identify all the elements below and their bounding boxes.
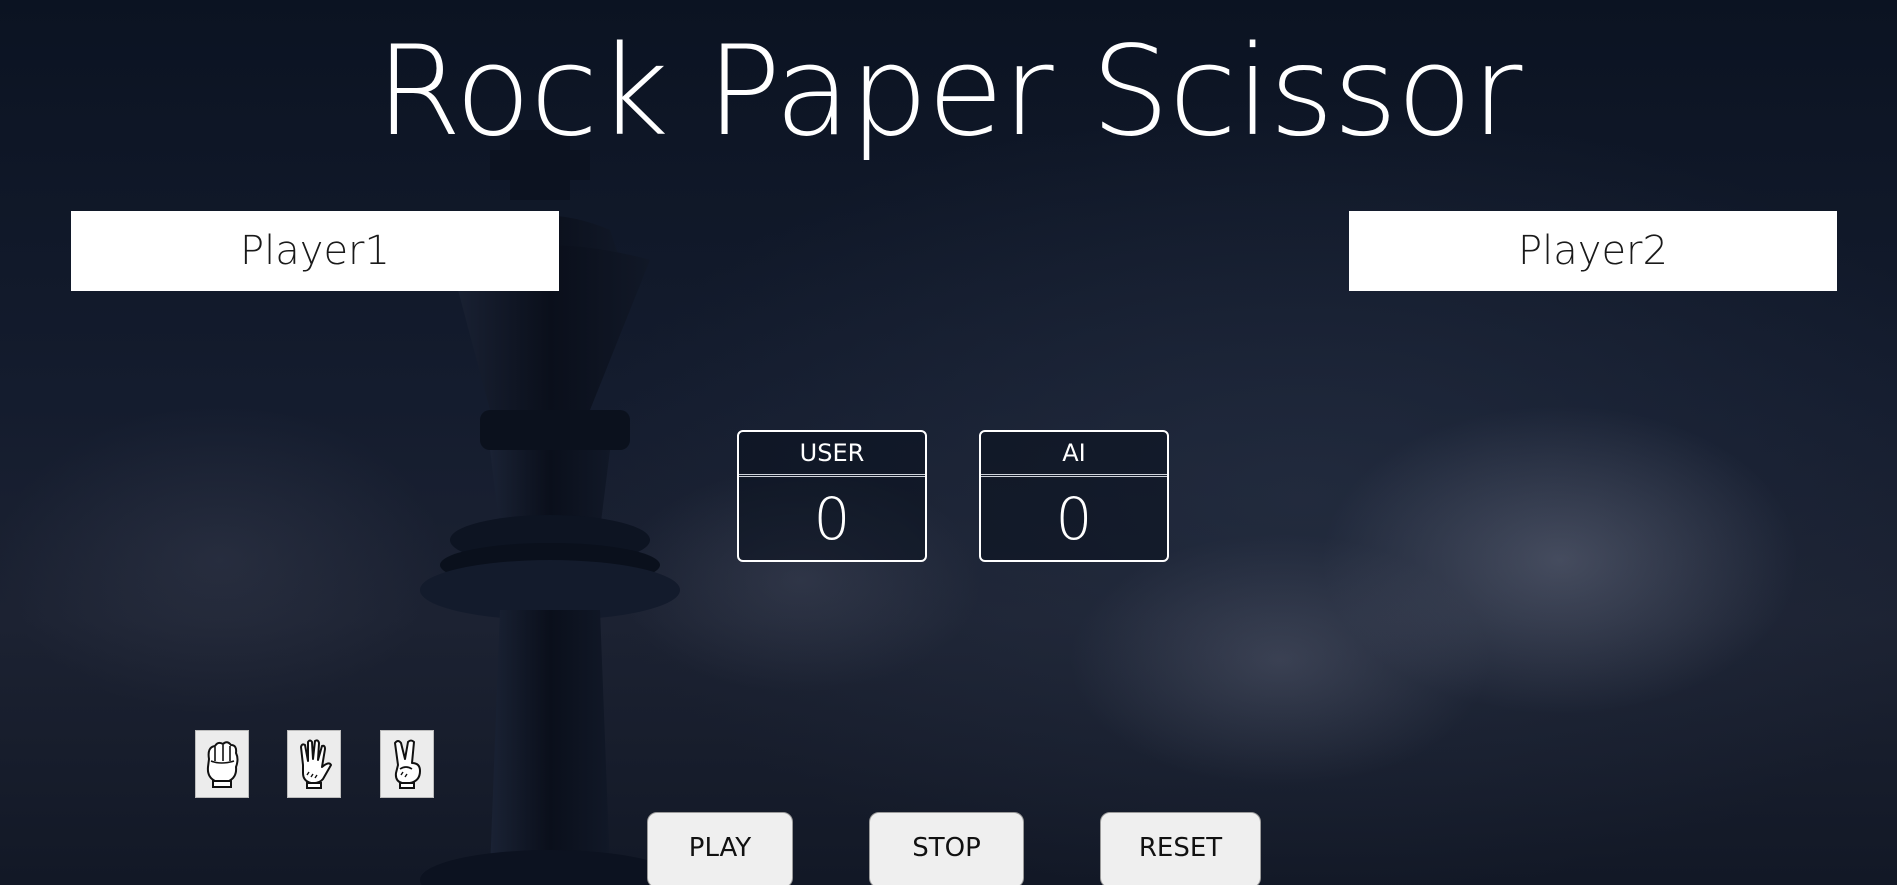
- player2-name-box: Player2: [1349, 211, 1837, 291]
- scissor-choice-button[interactable]: [380, 730, 434, 798]
- page-title: Rock Paper Scissor: [375, 20, 1523, 164]
- user-score-label: USER: [739, 432, 925, 477]
- ai-score-label: AI: [981, 432, 1167, 477]
- player1-label: Player1: [240, 228, 390, 274]
- play-button[interactable]: PLAY: [647, 812, 793, 885]
- stop-button[interactable]: STOP: [869, 812, 1024, 885]
- paper-hand-icon: [300, 739, 332, 789]
- user-score-card: USER 0: [737, 430, 927, 562]
- rock-hand-icon: [206, 741, 239, 788]
- ai-score-card: AI 0: [979, 430, 1169, 562]
- user-score-value: 0: [813, 485, 851, 553]
- reset-button[interactable]: RESET: [1100, 812, 1261, 885]
- paper-choice-button[interactable]: [287, 730, 341, 798]
- player1-name-box: Player1: [71, 211, 559, 291]
- player2-label: Player2: [1518, 228, 1668, 274]
- ai-score-value: 0: [1055, 485, 1093, 553]
- rock-choice-button[interactable]: [195, 730, 249, 798]
- scissor-hand-icon: [394, 739, 421, 789]
